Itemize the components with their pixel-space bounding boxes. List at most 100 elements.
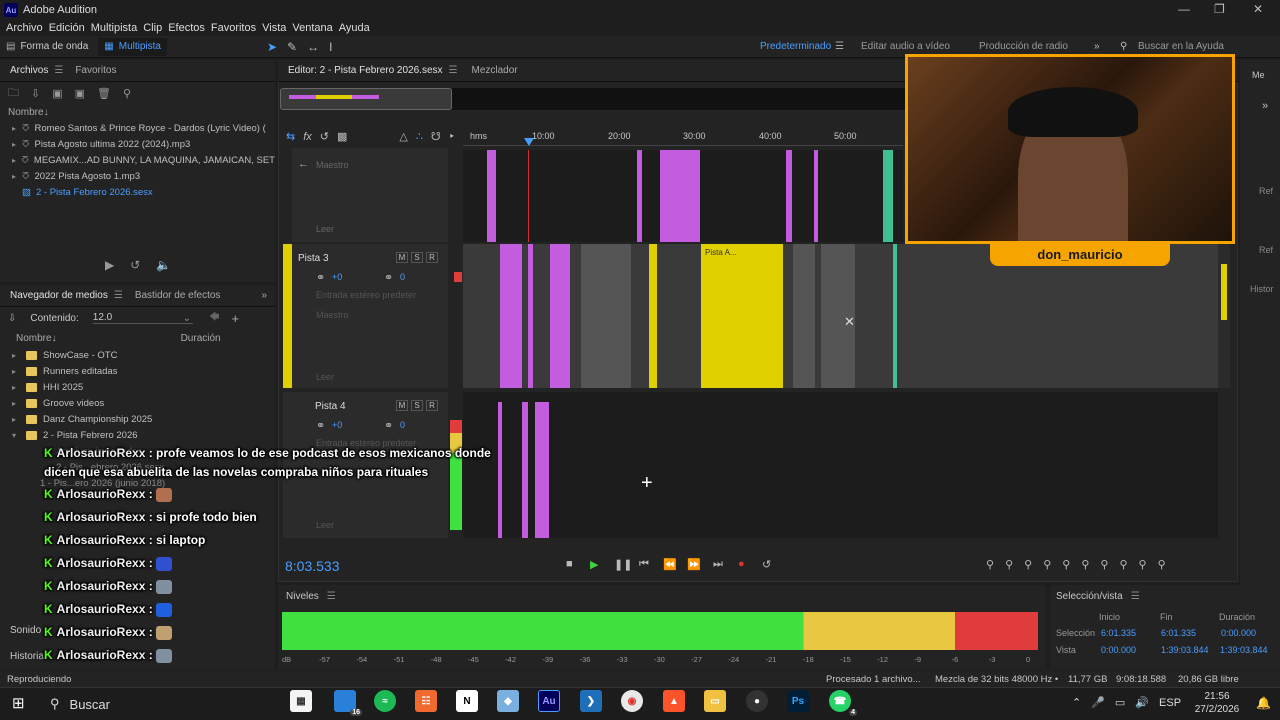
volume-icon[interactable]: 🔊: [1135, 696, 1149, 709]
tab-editor[interactable]: Editor: 2 - Pista Febrero 2026.sesx: [288, 65, 443, 76]
folder-item[interactable]: ▸ Groove videos: [0, 395, 275, 411]
track4-pan[interactable]: 0: [400, 420, 405, 430]
right-tab[interactable]: Ref: [1259, 245, 1273, 255]
zoom-out-time-icon[interactable]: ⚲: [1043, 558, 1051, 571]
current-time-display[interactable]: 8:03.533: [285, 558, 340, 574]
track-master-lane[interactable]: [463, 150, 903, 242]
list-item[interactable]: ▸ ⎏ MEGAMIX...AD BUNNY, LA MAQUINA, JAMAIC…: [0, 152, 275, 168]
solo-button[interactable]: S: [411, 252, 423, 263]
expand-icon[interactable]: »: [1262, 100, 1268, 112]
pan-knob-icon[interactable]: ⚭: [384, 271, 393, 284]
right-tab[interactable]: Ref: [1259, 186, 1273, 196]
mute-button[interactable]: M: [396, 400, 408, 411]
add-shortcut-icon[interactable]: +: [232, 311, 240, 326]
track4-name[interactable]: Pista 4: [315, 401, 346, 412]
menu-efectos[interactable]: Efectos: [168, 22, 205, 34]
app-icon[interactable]: ◆: [497, 690, 519, 712]
zoom-selection-icon[interactable]: ⚲: [1081, 558, 1089, 571]
automation-mode[interactable]: Leer: [316, 372, 334, 382]
selection-start[interactable]: 6:01.335: [1101, 628, 1136, 638]
multitrack-view-button[interactable]: ▦ Multipista: [98, 37, 167, 56]
fast-forward-button[interactable]: ⏩: [687, 558, 701, 571]
more-workspaces-icon[interactable]: »: [1094, 41, 1100, 52]
play-preview-icon[interactable]: ▶: [105, 258, 114, 272]
obs-icon[interactable]: ●: [746, 690, 768, 712]
taskbar-search[interactable]: ⚲ Buscar: [42, 691, 282, 717]
app-icon[interactable]: ☷: [415, 690, 437, 712]
zoom-reset-icon[interactable]: ⚲: [1158, 558, 1166, 571]
folder-item-open[interactable]: ▾ 2 - Pista Febrero 2026: [0, 427, 275, 443]
panel-menu-icon[interactable]: ☰: [54, 65, 63, 76]
panel-menu-icon[interactable]: ☰: [1131, 591, 1140, 602]
stop-button[interactable]: ■: [566, 558, 573, 570]
session-overview[interactable]: [280, 88, 452, 110]
download-icon[interactable]: ⇩: [8, 313, 16, 324]
solo-button[interactable]: S: [411, 400, 423, 411]
workspace-default[interactable]: Predeterminado: [760, 41, 831, 52]
track3-name[interactable]: Pista 3: [298, 253, 329, 264]
content-select[interactable]: 12.0: [92, 312, 193, 324]
track4-lane[interactable]: +: [463, 392, 1218, 538]
spotify-icon[interactable]: ≈: [374, 690, 396, 712]
zoom-in-point-icon[interactable]: ⚲: [1100, 558, 1108, 571]
mute-button[interactable]: M: [396, 252, 408, 263]
time-select-tool-icon[interactable]: I: [329, 40, 332, 54]
brave-icon[interactable]: ▲: [663, 690, 685, 712]
automation-mode[interactable]: Leer: [316, 520, 334, 530]
master-output[interactable]: Maestro: [316, 160, 349, 170]
volume-icon[interactable]: 🔈: [156, 258, 171, 272]
store-icon[interactable]: ▦: [290, 690, 312, 712]
vscode-icon[interactable]: ❯: [580, 690, 602, 712]
right-tab[interactable]: Histor: [1250, 284, 1274, 294]
tab-files[interactable]: Archivos: [10, 65, 48, 76]
pan-knob-icon[interactable]: ⚭: [384, 419, 393, 432]
menu-clip[interactable]: Clip: [143, 22, 162, 34]
menu-ayuda[interactable]: Ayuda: [339, 22, 370, 34]
panel-menu-icon[interactable]: ☰: [114, 290, 123, 301]
zoom-tracks-icon[interactable]: ⚲: [1139, 558, 1147, 571]
delete-icon[interactable]: 🗑: [97, 87, 111, 100]
menu-vista[interactable]: Vista: [262, 22, 286, 34]
folder-item[interactable]: ▸ Danz Championship 2025: [0, 411, 275, 427]
folder-item[interactable]: ▸ ShowCase - OTC: [0, 347, 275, 363]
automation-mode[interactable]: Leer: [316, 224, 334, 234]
track4-volume[interactable]: +0: [332, 420, 342, 430]
list-item-selected[interactable]: ▧ 2 - Pista Febrero 2026.sesx: [0, 184, 275, 200]
record-arm-button[interactable]: R: [426, 252, 438, 263]
track3-scroll[interactable]: [1218, 244, 1230, 388]
tab-effects-rack[interactable]: Bastidor de efectos: [135, 290, 221, 301]
close-icon[interactable]: ✕: [1253, 2, 1263, 16]
tab-media-browser[interactable]: Navegador de medios: [10, 290, 108, 301]
menu-multipista[interactable]: Multipista: [91, 22, 137, 34]
sound-panel-tab[interactable]: Sonido: [10, 625, 41, 636]
inputs-outputs-icon[interactable]: ⇆: [286, 130, 295, 143]
move-tool-icon[interactable]: ➤: [267, 40, 277, 54]
workspace-menu-icon[interactable]: ☰: [835, 41, 844, 52]
microphone-icon[interactable]: 🎤: [1091, 696, 1105, 709]
selection-end[interactable]: 6:01.335: [1161, 628, 1196, 638]
list-item[interactable]: ▸ ⎏ Pista Agosto ultima 2022 (2024).mp3: [0, 136, 275, 152]
workspace-edit-video[interactable]: Editar audio a vídeo: [861, 41, 950, 52]
network-icon[interactable]: ▭: [1115, 696, 1125, 709]
file-explorer-icon[interactable]: ▭: [704, 690, 726, 712]
loop-playback-button[interactable]: ↺: [762, 558, 771, 571]
list-item[interactable]: ▸ ⎏ 2022 Pista Agosto 1.mp3: [0, 168, 275, 184]
eq-icon[interactable]: ▩: [337, 130, 347, 143]
pause-button[interactable]: ❚❚: [614, 558, 632, 571]
rewind-button[interactable]: ⏪: [663, 558, 677, 571]
audition-taskbar-icon[interactable]: Au: [538, 690, 560, 712]
back-icon[interactable]: 🡄: [209, 310, 219, 327]
record-button[interactable]: ●: [738, 558, 745, 570]
minimize-icon[interactable]: —: [1178, 2, 1190, 16]
menu-favoritos[interactable]: Favoritos: [211, 22, 256, 34]
panel-menu-icon[interactable]: ☰: [327, 591, 336, 602]
selection-duration[interactable]: 0:00.000: [1221, 628, 1256, 638]
loop-icon[interactable]: ↺: [130, 258, 140, 272]
tab-mixer[interactable]: Mezclador: [472, 65, 518, 76]
view-start[interactable]: 0:00.000: [1101, 645, 1136, 655]
view-end[interactable]: 1:39:03.844: [1161, 645, 1209, 655]
workspace-radio[interactable]: Producción de radio: [979, 41, 1068, 52]
slip-tool-icon[interactable]: ↔: [307, 40, 319, 54]
view-duration[interactable]: 1:39:03.844: [1220, 645, 1268, 655]
zoom-in-time-icon[interactable]: ⚲: [1024, 558, 1032, 571]
